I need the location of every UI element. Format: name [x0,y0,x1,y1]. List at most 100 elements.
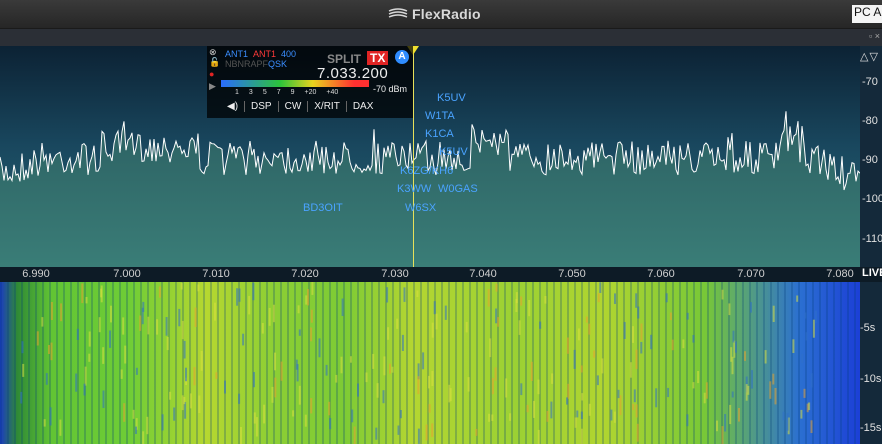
waterfall-streak [544,296,547,304]
waterfall-streak [588,323,591,335]
dbm-scale[interactable]: △▽ -70 -80 -90 -100 -110 [860,46,882,267]
waterfall-streak [328,401,331,416]
slice-frequency-marker[interactable] [413,46,414,267]
panadapter[interactable] [0,46,860,267]
spot-label[interactable]: BD3OIT [303,202,343,214]
dbm-label: -70 [862,76,878,88]
waterfall-streak [382,390,385,404]
waterfall-streak [729,404,732,425]
waterfall-streak [349,356,352,363]
waterfall-streak [156,319,159,335]
waterfall-streak [581,393,584,401]
spot-label[interactable]: W6SX [405,202,436,214]
spot-label[interactable]: K5UV [439,146,468,158]
waterfall-time-scale: -5s -10s -15s [860,282,882,444]
spot-label[interactable]: K6ZG/KH6 [400,165,453,177]
s-meter-reading: -70 dBm [373,84,408,94]
window-controls[interactable]: ▫ × [869,31,880,41]
waterfall-streak [686,414,689,427]
qsk-label[interactable]: QSK [268,59,287,69]
waterfall-streak [431,322,434,338]
waterfall-streak [640,342,643,354]
waterfall-streak [667,387,670,398]
waterfall-streak [530,361,533,381]
waterfall-streak [375,427,378,440]
lock-icon[interactable]: 🔓 [209,57,220,68]
play-icon[interactable]: ▶ [209,81,216,92]
pc-label[interactable]: PC A [852,5,882,23]
waterfall-streak [305,295,308,305]
waterfall-streak [734,341,737,353]
audio-button[interactable]: ◀) [221,101,244,112]
spot-label[interactable]: K5UV [437,92,466,104]
waterfall-streak [697,371,700,384]
freq-tick: 6.990 [22,268,50,280]
record-icon[interactable]: ● [209,69,214,79]
waterfall-streak [623,322,626,339]
freq-tick: 7.080 [826,268,854,280]
waterfall-streak [197,284,200,292]
rx-antenna[interactable]: ANT1 [225,49,248,59]
waterfall-streak [495,283,498,292]
waterfall-streak [198,395,201,413]
scale-arrows-icon[interactable]: △▽ [860,50,879,63]
frequency-axis[interactable]: 6.990 7.000 7.010 7.020 7.030 7.040 7.05… [0,267,860,282]
waterfall-streak [731,391,734,398]
waterfall-streak [158,286,161,298]
waterfall-streak [383,356,386,376]
spot-label[interactable]: K3WW [397,183,431,195]
waterfall-streak [488,413,491,422]
spectrum-trace [0,111,860,267]
tx-badge[interactable]: TX [367,51,389,65]
waterfall-streak [391,366,394,373]
waterfall-streak [318,338,321,358]
waterfall-streak [732,330,735,343]
waterfall-streak [397,425,400,435]
waterfall-streak [449,388,452,402]
waterfall-streak [751,370,753,389]
waterfall-streak [632,326,634,343]
xrit-button[interactable]: X/RIT [307,101,346,112]
live-label: LIVE [860,267,882,282]
title-bar: FlexRadio PC A [0,0,882,28]
waterfall-streak [539,321,542,329]
mode-button[interactable]: CW [277,101,308,112]
split-button[interactable]: SPLIT [327,52,361,66]
waterfall-streak [102,347,105,364]
slice-flag[interactable]: ⊗ 🔓 ● ▶ ANT1 ANT1 400 NBNRAPF QSK SPLIT … [207,46,413,118]
waterfall-streak [335,374,338,383]
waterfall-streak [619,395,622,416]
dsp-button[interactable]: DSP [244,101,278,112]
waterfall-streak [566,397,568,405]
spot-label[interactable]: K1CA [425,128,454,140]
waterfall-streak [102,390,105,408]
waterfall-streak [386,287,389,303]
waterfall-streak [635,349,638,369]
waterfall-streak [178,308,181,327]
waterfall-streak [489,338,492,358]
tx-antenna[interactable]: ANT1 [253,49,276,59]
waterfall-streak [750,302,752,313]
dsp-flags[interactable]: NBNRAPF [225,59,268,69]
waterfall-streak [422,352,425,370]
waterfall-streak [796,295,799,302]
waterfall[interactable] [0,282,860,444]
dax-button[interactable]: DAX [345,101,380,112]
waterfall-streak [85,297,88,304]
waterfall-streak [100,288,103,298]
waterfall-streak [200,351,203,371]
waterfall-streak [376,383,379,398]
waterfall-streak [537,429,540,444]
waterfall-streak [181,395,184,411]
waterfall-streak [341,298,344,316]
waterfall-streak [135,367,138,375]
waterfall-streak [721,426,724,444]
spot-label[interactable]: W1TA [425,110,455,122]
waterfall-streak [50,302,53,320]
slice-letter-badge[interactable]: A [395,50,409,64]
waterfall-streak [810,373,813,388]
filter-width[interactable]: 400 [281,49,296,59]
spot-label[interactable]: W0GAS [438,183,478,195]
waterfall-streak [617,389,620,399]
waterfall-streak [425,424,428,441]
